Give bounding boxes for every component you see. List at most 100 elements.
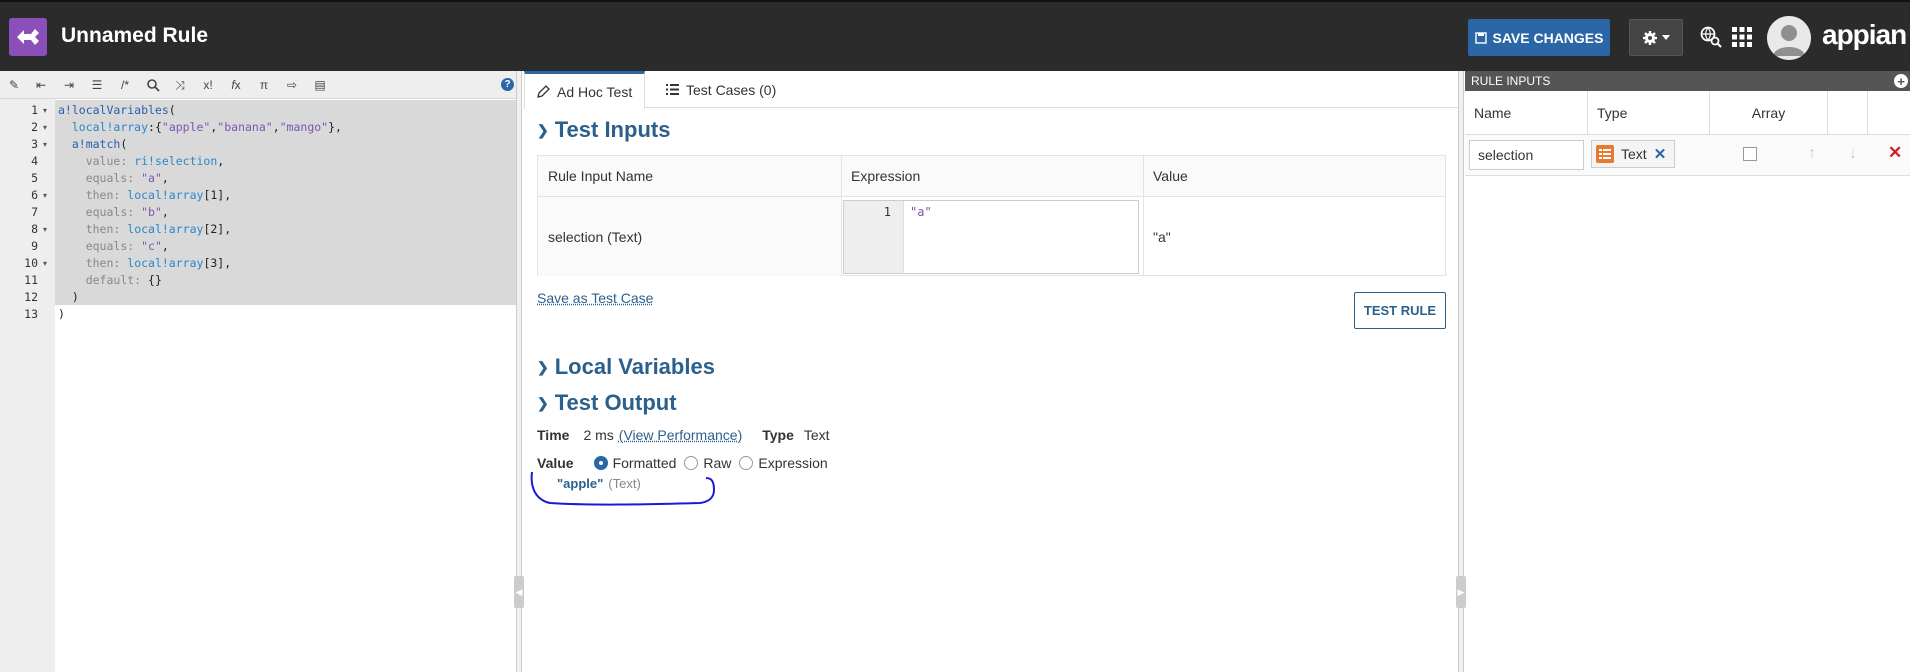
rule-input-row: selection Text ✕ ↑ ↓ ✕: [1465, 135, 1910, 176]
comment-icon[interactable]: /*: [117, 77, 133, 93]
test-inputs-table: Rule Input Name Expression Value selecti…: [537, 155, 1446, 276]
link-text: Save as Test Case: [537, 290, 654, 306]
data-icon[interactable]: ▤: [312, 77, 328, 93]
shuffle-icon[interactable]: ⤨: [172, 77, 188, 93]
local-variables-toggle[interactable]: ❯ Local Variables: [537, 354, 715, 380]
rule-input-name-cell: selection (Text): [538, 197, 841, 276]
line-number: 2: [31, 120, 38, 134]
fold-toggle-icon[interactable]: ▾: [43, 221, 47, 238]
magic-wand-icon[interactable]: ✎: [6, 77, 22, 93]
delete-input-icon[interactable]: ✕: [1888, 143, 1902, 163]
tab-test-cases[interactable]: Test Cases (0): [654, 71, 788, 108]
global-search-icon[interactable]: [1700, 26, 1722, 48]
code-line: then: local!array[2],: [85, 222, 232, 236]
line-number: 10: [24, 256, 38, 270]
view-performance-link[interactable]: (View Performance): [619, 427, 742, 443]
divider: [841, 156, 842, 276]
add-input-icon[interactable]: +: [1894, 74, 1908, 88]
save-as-test-case-link[interactable]: Save as Test Case: [537, 290, 653, 308]
move-down-icon[interactable]: ↓: [1849, 145, 1857, 163]
expression-text: "a": [910, 205, 932, 219]
test-output-toggle[interactable]: ❯ Test Output: [537, 390, 677, 416]
radio-expression[interactable]: Expression: [739, 455, 828, 471]
line-number: 9: [31, 239, 38, 253]
rule-title: Unnamed Rule: [61, 24, 209, 47]
right-splitter[interactable]: ▶: [1456, 71, 1466, 672]
time-label: Time: [537, 427, 570, 443]
fold-toggle-icon[interactable]: ▾: [43, 136, 47, 153]
indent-icon[interactable]: ⇥: [61, 77, 77, 93]
fold-toggle-icon[interactable]: ▾: [43, 102, 47, 119]
rule-inputs-header: RULE INPUTS +: [1465, 71, 1910, 91]
line-number: 1: [31, 103, 38, 117]
pi-icon[interactable]: π: [256, 77, 272, 93]
tab-ad-hoc-test[interactable]: Ad Hoc Test: [524, 71, 646, 109]
input-name-field[interactable]: selection: [1469, 140, 1584, 170]
array-checkbox[interactable]: [1743, 147, 1757, 161]
tab-label: Test Cases (0): [686, 81, 777, 98]
code-line: equals: "b",: [85, 205, 169, 219]
outdent-icon[interactable]: ⇤: [33, 77, 49, 93]
line-number: 8: [31, 222, 38, 236]
line-number: 12: [24, 290, 38, 304]
expression-editor[interactable]: a!localVariables( local!array:{"apple","…: [55, 99, 516, 672]
line-number: 6: [31, 188, 38, 202]
fold-toggle-icon[interactable]: ▾: [43, 187, 47, 204]
value-label: Value: [537, 455, 574, 471]
save-changes-button[interactable]: SAVE CHANGES: [1468, 19, 1610, 56]
radio-label: Expression: [758, 455, 828, 471]
column-header: Array: [1710, 91, 1828, 135]
pencil-icon: [537, 85, 550, 98]
expression-input[interactable]: 1 "a": [843, 200, 1139, 274]
format-list-icon[interactable]: ☰: [89, 77, 105, 93]
value-cell: "a": [1153, 228, 1171, 245]
chevron-right-icon: ❯: [537, 358, 549, 375]
column-header: Type: [1588, 91, 1710, 135]
line-number: 7: [31, 205, 38, 219]
line-number: 3: [31, 137, 38, 151]
collapse-left-icon[interactable]: ◀: [514, 576, 524, 608]
left-splitter[interactable]: ◀: [514, 71, 524, 672]
test-rule-button[interactable]: TEST RULE: [1354, 292, 1446, 329]
line-number: 4: [31, 154, 38, 168]
variable-icon[interactable]: x!: [200, 77, 216, 93]
code-line: value: ri!selection,: [85, 154, 225, 168]
apps-grid-icon[interactable]: [1731, 26, 1753, 48]
collapse-right-icon[interactable]: ▶: [1456, 576, 1466, 608]
radio-icon: [739, 456, 754, 470]
search-icon[interactable]: [145, 77, 161, 93]
line-number: 13: [24, 307, 38, 321]
column-header: Value: [1143, 156, 1445, 197]
move-up-icon[interactable]: ↑: [1808, 145, 1816, 163]
section-title: Local Variables: [554, 354, 715, 379]
column-header: Rule Input Name: [538, 156, 841, 197]
column-header-blank: [1828, 91, 1868, 135]
radio-raw[interactable]: Raw: [684, 455, 731, 471]
fold-toggle-icon[interactable]: ▾: [43, 255, 47, 272]
test-inputs-toggle[interactable]: ❯ Test Inputs: [537, 117, 670, 143]
type-label: Type: [762, 427, 794, 443]
section-title: Test Output: [554, 390, 677, 415]
code-line: local!array:{"apple","banana","mango"},: [71, 120, 342, 134]
hand-drawn-annotation: [530, 471, 716, 506]
remove-type-icon[interactable]: ✕: [1654, 145, 1667, 163]
line-number: 11: [24, 273, 38, 287]
code-line: equals: "c",: [85, 239, 169, 253]
column-header-blank: [1868, 91, 1910, 135]
expression-gutter: 1: [844, 201, 904, 273]
section-title: Test Inputs: [554, 117, 671, 142]
function-icon[interactable]: fx: [228, 77, 244, 93]
radio-label: Formatted: [612, 455, 677, 471]
code-line: a!match(: [71, 137, 128, 151]
type-chip[interactable]: Text ✕: [1591, 140, 1675, 168]
export-icon[interactable]: ⇨: [284, 77, 300, 93]
panel-title: RULE INPUTS: [1471, 74, 1551, 88]
settings-menu-button[interactable]: [1629, 19, 1683, 56]
help-icon[interactable]: ?: [501, 78, 514, 91]
radio-label: Raw: [703, 455, 732, 471]
radio-formatted[interactable]: Formatted: [593, 455, 677, 471]
user-avatar[interactable]: [1767, 16, 1811, 60]
radio-selected-icon: [593, 456, 608, 470]
fold-toggle-icon[interactable]: ▾: [43, 119, 47, 136]
code-line: a!localVariables(: [58, 103, 176, 117]
